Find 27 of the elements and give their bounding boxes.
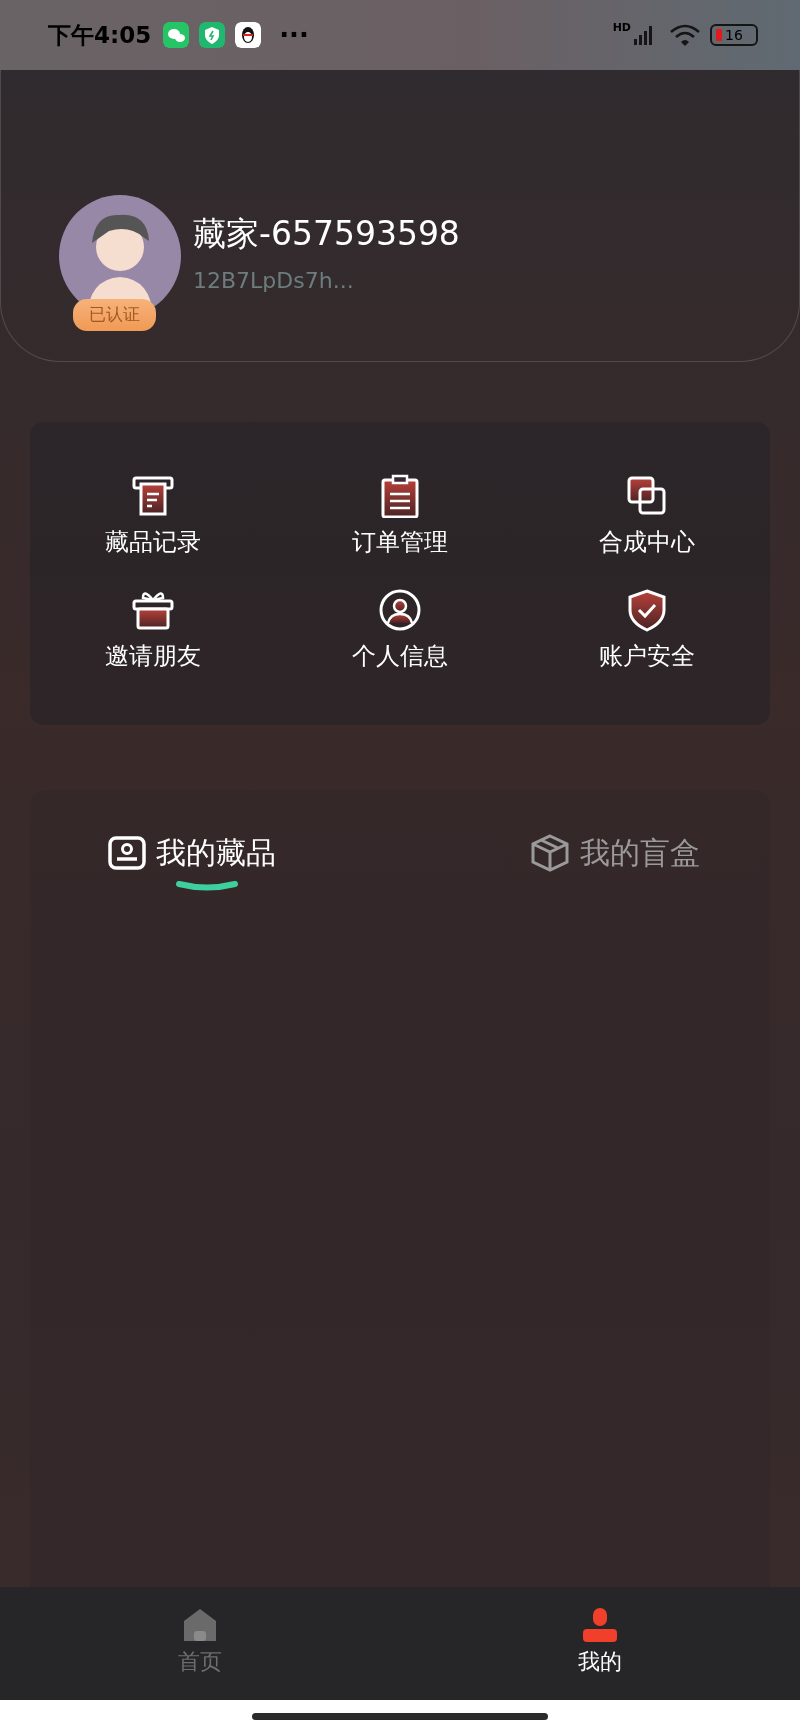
tab-underline [175, 881, 239, 891]
nav-tab[interactable]: 我的 [400, 1587, 800, 1700]
tab[interactable]: 我的盲盒 [530, 830, 700, 891]
tab[interactable]: 我的藏品 [108, 830, 276, 891]
person-icon [378, 587, 422, 632]
menu-item[interactable]: 合成中心 [523, 473, 770, 560]
more-icon: ··· [279, 15, 309, 55]
box-icon [530, 833, 570, 872]
home-icon [182, 1607, 218, 1643]
menu-item[interactable]: 个人信息 [276, 587, 524, 674]
wallet-address: 12B7LpDs7h... [193, 266, 355, 295]
menu-item[interactable]: 邀请朋友 [30, 587, 277, 674]
menu-item[interactable]: 账户安全 [523, 587, 770, 674]
user-icon [582, 1607, 618, 1643]
verified-badge: 已认证 [73, 299, 156, 331]
battery-level: 16 [725, 25, 743, 45]
shield-icon [199, 22, 226, 48]
network-label: HD [612, 20, 631, 36]
menu-item[interactable]: 藏品记录 [30, 473, 277, 560]
user-name: 藏家-657593598 [193, 214, 460, 254]
wifi-icon [668, 22, 702, 48]
id-card-icon [108, 835, 146, 870]
menu-item[interactable]: 订单管理 [276, 473, 524, 560]
status-time: 下午4:05 [48, 20, 152, 50]
chat-icon [163, 22, 190, 48]
penguin-icon [235, 22, 262, 48]
battery-fill [716, 29, 722, 41]
